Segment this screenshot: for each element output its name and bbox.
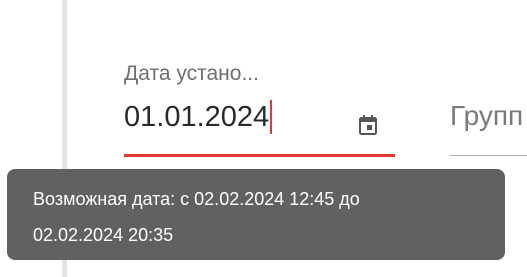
form-area: Дата устано... 01.01.2024 Групп Возможна…	[0, 0, 527, 277]
date-installed-field[interactable]: Дата устано... 01.01.2024	[124, 58, 396, 158]
calendar-icon[interactable]	[358, 114, 378, 136]
tooltip-text-line-1: Возможная дата: с 02.02.2024 12:45 до	[33, 189, 360, 209]
date-field-error-underline	[124, 154, 395, 157]
date-input-value: 01.01.2024	[124, 100, 270, 133]
group-field[interactable]: Групп	[450, 100, 527, 158]
date-input[interactable]: 01.01.2024	[124, 100, 273, 134]
group-field-underline	[450, 155, 527, 156]
text-caret	[270, 100, 273, 134]
tooltip-text-line-2: 02.02.2024 20:35	[33, 225, 174, 245]
group-field-placeholder: Групп	[450, 100, 524, 131]
date-field-label: Дата устано...	[124, 62, 259, 85]
date-range-tooltip: Возможная дата: с 02.02.2024 12:45 до 02…	[7, 169, 505, 260]
